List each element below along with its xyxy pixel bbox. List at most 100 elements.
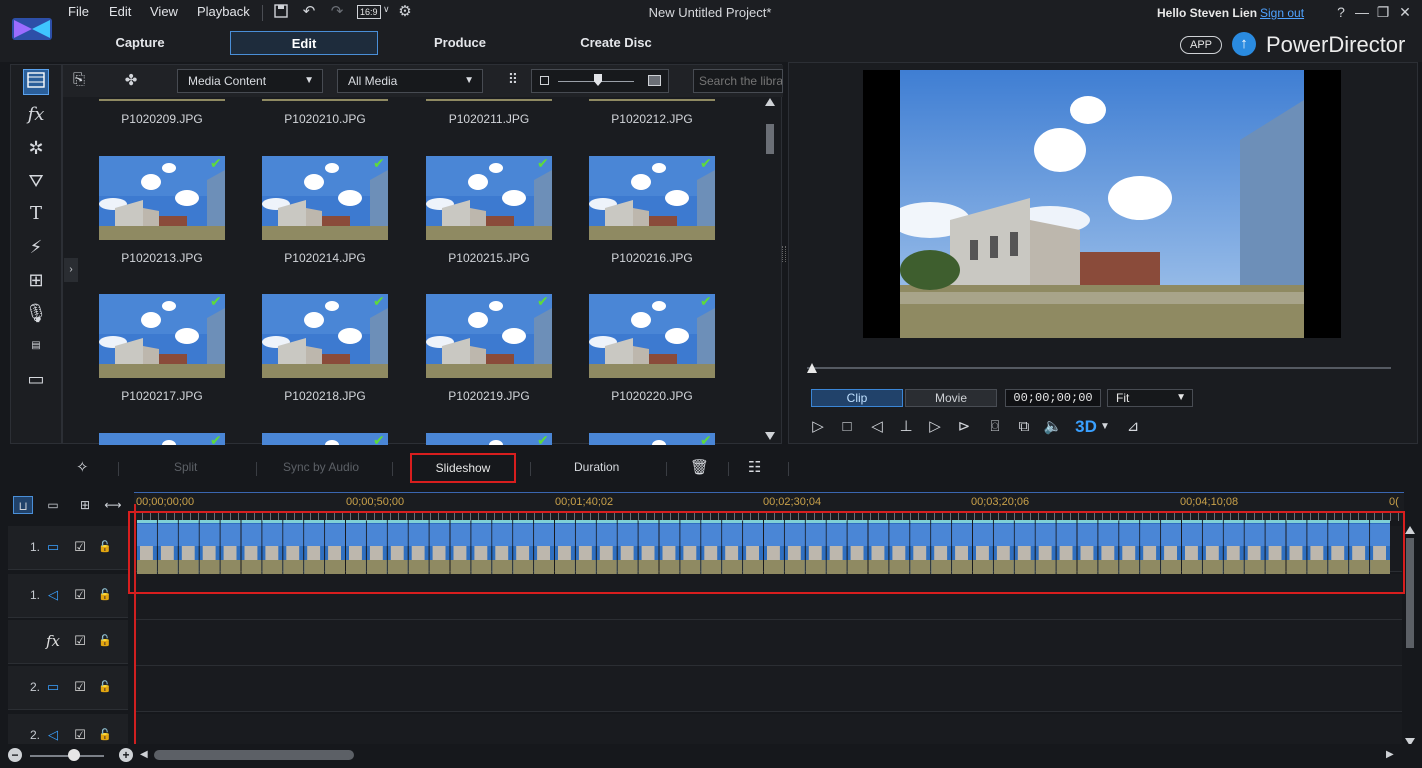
track-enable-checkbox[interactable]: ☑: [71, 726, 89, 744]
next-frame-icon[interactable]: ▷: [924, 416, 946, 438]
tab-capture[interactable]: Capture: [66, 31, 214, 55]
storyboard-view-icon[interactable]: ▭: [43, 496, 63, 514]
timeline-vertical-scrollbar[interactable]: [1404, 524, 1416, 748]
timeline-horizontal-scrollbar[interactable]: [154, 750, 354, 760]
menu-edit[interactable]: Edit: [109, 4, 131, 19]
snapshot-camera-icon[interactable]: ⌼: [984, 416, 1006, 438]
clip-mode-button[interactable]: Clip: [811, 389, 903, 407]
3d-mode-button[interactable]: 3D: [1073, 416, 1099, 438]
split-button[interactable]: Split: [174, 460, 197, 474]
media-thumbnail[interactable]: ✔: [589, 294, 715, 378]
track-lock-icon[interactable]: 🔓: [96, 586, 114, 604]
track-enable-checkbox[interactable]: ☑: [71, 678, 89, 696]
menu-file[interactable]: File: [68, 4, 89, 19]
track-header-fx[interactable]: fx ☑ 🔓: [8, 620, 128, 664]
timeline-view-icon[interactable]: ⊔: [13, 496, 33, 514]
particle-room-icon[interactable]: ⛛: [23, 168, 49, 194]
grid-view-icon[interactable]: ⠿: [503, 71, 523, 91]
zoom-in-icon[interactable]: +: [119, 748, 133, 762]
track-enable-checkbox[interactable]: ☑: [71, 586, 89, 604]
import-media-icon[interactable]: ⎘: [69, 71, 89, 91]
voice-over-icon[interactable]: 🎙: [23, 300, 49, 326]
delete-trash-icon[interactable]: 🗑: [690, 458, 709, 476]
movie-mode-button[interactable]: Movie: [905, 389, 997, 407]
track-lock-icon[interactable]: 🔓: [96, 632, 114, 650]
media-thumbnail[interactable]: ✔: [262, 433, 388, 445]
track-lock-icon[interactable]: 🔓: [96, 726, 114, 744]
media-thumbnail[interactable]: ✔: [589, 156, 715, 240]
minimize-icon[interactable]: —: [1354, 4, 1370, 20]
subtitle-room-icon[interactable]: ▭: [23, 366, 49, 392]
zoom-out-icon[interactable]: −: [8, 748, 22, 762]
chevron-down-icon[interactable]: ∨: [383, 4, 390, 15]
plugins-icon[interactable]: ✤: [121, 71, 141, 91]
tab-edit[interactable]: Edit: [230, 31, 378, 55]
redo-icon[interactable]: ↷: [328, 3, 346, 21]
panel-resize-handle[interactable]: [782, 246, 786, 262]
media-thumbnail[interactable]: ✔: [262, 294, 388, 378]
expand-panel-toggle[interactable]: ›: [64, 258, 78, 282]
sync-by-audio-button[interactable]: Sync by Audio: [283, 460, 359, 474]
library-search-input[interactable]: [693, 69, 783, 93]
split-icon[interactable]: ⊥: [895, 416, 917, 438]
media-thumbnail[interactable]: ✔: [262, 156, 388, 240]
upgrade-arrow-icon[interactable]: ↑: [1232, 32, 1256, 56]
undo-icon[interactable]: ↶: [300, 3, 318, 21]
app-badge[interactable]: APP: [1180, 36, 1222, 54]
timeline-playhead[interactable]: [134, 504, 136, 750]
play-icon[interactable]: ▷: [807, 416, 829, 438]
scroll-left-icon[interactable]: ◀: [140, 749, 148, 760]
pip-objects-icon[interactable]: ✲: [23, 135, 49, 161]
settings-gear-icon[interactable]: ⚙: [396, 3, 414, 21]
fit-timeline-icon[interactable]: ⟷: [103, 496, 123, 514]
media-filter-dropdown[interactable]: All Media ▼: [337, 69, 483, 93]
media-content-dropdown[interactable]: Media Content ▼: [177, 69, 323, 93]
save-icon[interactable]: [272, 3, 290, 21]
media-thumbnail[interactable]: ✔: [99, 156, 225, 240]
zoom-slider-handle[interactable]: [68, 749, 80, 761]
track-header-video[interactable]: 2. ▭ ☑ 🔓: [8, 666, 128, 710]
thumbnail-size-slider[interactable]: [531, 69, 669, 93]
stop-icon[interactable]: □: [836, 416, 858, 438]
timecode-display[interactable]: 00;00;00;00: [1005, 389, 1101, 407]
close-icon[interactable]: ✕: [1397, 4, 1413, 20]
media-thumbnail[interactable]: ✔: [426, 294, 552, 378]
menu-view[interactable]: View: [150, 4, 178, 19]
scroll-right-icon[interactable]: ▶: [1386, 749, 1394, 760]
zoom-fit-select[interactable]: Fit ▼: [1107, 389, 1193, 407]
fast-forward-icon[interactable]: ⊳: [953, 416, 975, 438]
scrub-bar[interactable]: [807, 367, 1391, 369]
media-thumbnail[interactable]: ✔: [426, 433, 552, 445]
track-lock-icon[interactable]: 🔓: [96, 538, 114, 556]
external-display-icon[interactable]: ⊿: [1122, 416, 1144, 438]
tab-produce[interactable]: Produce: [386, 31, 534, 55]
media-thumbnail[interactable]: ✔: [99, 294, 225, 378]
track-header-audio[interactable]: 1. ◁ ☑ 🔓: [8, 574, 128, 618]
track-lane-fx[interactable]: [134, 620, 1402, 666]
media-thumbnail[interactable]: ✔: [426, 156, 552, 240]
title-room-icon[interactable]: T: [23, 201, 49, 227]
slideshow-button[interactable]: Slideshow: [410, 453, 516, 483]
aspect-ratio-selector[interactable]: 16:9: [357, 5, 381, 19]
media-thumbnail[interactable]: ✔: [99, 433, 225, 445]
fx-room-icon[interactable]: fx: [23, 102, 49, 128]
restore-icon[interactable]: ❐: [1375, 4, 1391, 20]
help-icon[interactable]: ?: [1333, 4, 1349, 20]
transition-room-icon[interactable]: ⚡: [23, 234, 49, 260]
track-lock-icon[interactable]: 🔓: [96, 678, 114, 696]
media-room-icon[interactable]: [23, 69, 49, 95]
magic-tools-icon[interactable]: ✧: [76, 458, 89, 476]
library-scrollbar[interactable]: [764, 96, 776, 442]
audio-mixing-icon[interactable]: ⊞: [23, 267, 49, 293]
sign-out-link[interactable]: Sign out: [1260, 6, 1304, 20]
track-enable-checkbox[interactable]: ☑: [71, 538, 89, 556]
undock-preview-icon[interactable]: ⧉: [1013, 416, 1035, 438]
chevron-down-icon[interactable]: ▼: [1099, 416, 1111, 438]
volume-icon[interactable]: 🔈: [1042, 416, 1064, 438]
previous-frame-icon[interactable]: ◁: [866, 416, 888, 438]
menu-playback[interactable]: Playback: [197, 4, 250, 19]
zoom-slider-track[interactable]: [30, 755, 104, 757]
track-manager-icon[interactable]: ⊞: [75, 496, 95, 514]
track-enable-checkbox[interactable]: ☑: [71, 632, 89, 650]
slider-handle[interactable]: [594, 74, 602, 86]
